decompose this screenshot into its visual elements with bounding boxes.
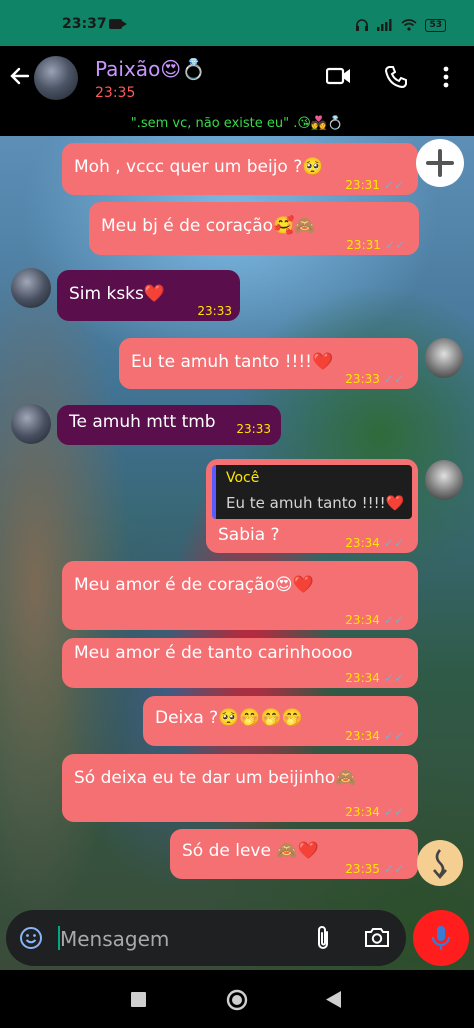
- headset-icon: [356, 19, 369, 31]
- message-meta: 23:34 ✓✓: [345, 613, 404, 627]
- quoted-sender: Você: [226, 470, 260, 486]
- screen-record-icon: [109, 19, 127, 29]
- message-bubble[interactable]: Moh , vccc quer um beijo ?🥺 23:31 ✓✓: [62, 143, 418, 195]
- read-ticks-icon: ✓✓: [383, 372, 404, 386]
- video-call-icon[interactable]: [326, 65, 352, 87]
- contact-name[interactable]: Paixão😍💍: [95, 57, 206, 81]
- message-meta: 23:31 ✓✓: [346, 238, 405, 252]
- message-input[interactable]: [58, 918, 302, 960]
- read-ticks-icon: ✓✓: [383, 671, 404, 685]
- message-text: Meu amor é de tanto carinhoooo: [74, 643, 353, 663]
- message-bubble[interactable]: Você Eu te amuh tanto !!!!❤️ Sabia ? 23:…: [206, 459, 418, 553]
- message-text: Te amuh mtt tmb: [69, 412, 216, 432]
- message-time: 23:33: [345, 372, 380, 386]
- system-nav-bar: [0, 972, 474, 1028]
- quoted-text: Eu te amuh tanto !!!!❤️: [226, 494, 405, 512]
- scroll-down-icon: [433, 849, 447, 879]
- message-text: Sabia ?: [218, 525, 280, 545]
- sender-avatar[interactable]: [11, 404, 51, 444]
- message-meta: 23:34 ✓✓: [345, 671, 404, 685]
- message-bubble[interactable]: Te amuh mtt tmb 23:33: [57, 405, 281, 445]
- more-icon[interactable]: [441, 65, 451, 89]
- read-ticks-icon: ✓✓: [383, 729, 404, 743]
- message-bubble[interactable]: Meu amor é de coração😍❤️ 23:34 ✓✓: [62, 561, 418, 630]
- message-bubble[interactable]: Só de leve 🙈❤️ 23:35 ✓✓: [170, 829, 418, 879]
- message-time: 23:31: [345, 178, 380, 192]
- message-time: 23:33: [197, 304, 232, 318]
- message-bubble[interactable]: Sim ksks❤️ 23:33: [57, 270, 240, 321]
- message-meta: 23:31 ✓✓: [345, 178, 404, 192]
- status-icons: 53: [355, 18, 446, 32]
- nav-back-icon[interactable]: [326, 991, 341, 1008]
- status-bar: 23:37 53: [0, 0, 474, 46]
- camera-icon[interactable]: [364, 925, 390, 949]
- message-time: 23:34: [345, 613, 380, 627]
- mic-button[interactable]: [413, 910, 469, 966]
- message-bubble[interactable]: Deixa ?🥺🤭🤭🤭 23:34 ✓✓: [143, 696, 418, 746]
- message-bubble[interactable]: Só deixa eu te dar um beijinho🙈 23:34 ✓✓: [62, 754, 418, 822]
- status-time: 23:37: [62, 16, 107, 32]
- phone-icon[interactable]: [384, 65, 408, 89]
- message-time: 23:34: [345, 671, 380, 685]
- message-meta: 23:33 ✓✓: [345, 372, 404, 386]
- message-meta: 23:34 ✓✓: [345, 536, 404, 550]
- message-text: Só deixa eu te dar um beijinho🙈: [74, 768, 357, 788]
- message-meta: 23:34 ✓✓: [345, 729, 404, 743]
- message-text: Meu amor é de coração😍❤️: [74, 575, 314, 595]
- sender-avatar[interactable]: [11, 268, 51, 308]
- read-ticks-icon: ✓✓: [383, 805, 404, 819]
- plus-icon: [426, 149, 454, 177]
- read-ticks-icon: ✓✓: [383, 862, 404, 876]
- contact-status: ".sem vc, não existe eu" .😘💑💍: [0, 112, 474, 136]
- scroll-down-button[interactable]: [417, 840, 463, 886]
- read-ticks-icon: ✓✓: [383, 178, 404, 192]
- read-ticks-icon: ✓✓: [384, 238, 405, 252]
- message-text: Meu bj é de coração🥰🙈: [101, 216, 316, 236]
- message-meta: 23:34 ✓✓: [345, 805, 404, 819]
- add-button[interactable]: [416, 139, 464, 187]
- message-time: 23:35: [345, 862, 380, 876]
- quoted-message[interactable]: Você Eu te amuh tanto !!!!❤️: [212, 465, 412, 519]
- message-time: 23:34: [345, 805, 380, 819]
- my-avatar: [425, 460, 463, 500]
- read-ticks-icon: ✓✓: [383, 536, 404, 550]
- battery-icon: 53: [425, 18, 446, 32]
- back-arrow-icon[interactable]: [8, 64, 32, 88]
- message-text: Só de leve 🙈❤️: [182, 841, 319, 861]
- message-text: Moh , vccc quer um beijo ?🥺: [74, 157, 324, 177]
- message-time: 23:34: [345, 536, 380, 550]
- mic-icon: [431, 926, 451, 950]
- signal-icon: [377, 19, 392, 31]
- message-bubble[interactable]: Meu amor é de tanto carinhoooo 23:34 ✓✓: [62, 638, 418, 688]
- message-composer: [6, 910, 406, 966]
- message-time: 23:33: [236, 422, 271, 436]
- message-meta: 23:35 ✓✓: [345, 862, 404, 876]
- message-bubble[interactable]: Eu te amuh tanto !!!!❤️ 23:33 ✓✓: [119, 338, 418, 389]
- emoji-icon[interactable]: [19, 926, 43, 950]
- attach-icon[interactable]: [314, 924, 332, 952]
- message-text: Eu te amuh tanto !!!!❤️: [131, 352, 334, 372]
- message-time: 23:31: [346, 238, 381, 252]
- message-text: Sim ksks❤️: [69, 284, 166, 304]
- last-seen: 23:35: [95, 85, 136, 101]
- nav-recents-icon[interactable]: [131, 992, 146, 1007]
- wifi-icon: [401, 19, 417, 31]
- message-text: Deixa ?🥺🤭🤭🤭: [155, 708, 303, 728]
- message-bubble[interactable]: Meu bj é de coração🥰🙈 23:31 ✓✓: [89, 202, 419, 255]
- my-avatar: [425, 338, 463, 378]
- read-ticks-icon: ✓✓: [383, 613, 404, 627]
- nav-home-icon[interactable]: [226, 989, 248, 1011]
- message-time: 23:34: [345, 729, 380, 743]
- chat-header: Paixão😍💍 23:35: [0, 46, 474, 112]
- contact-avatar[interactable]: [34, 56, 78, 100]
